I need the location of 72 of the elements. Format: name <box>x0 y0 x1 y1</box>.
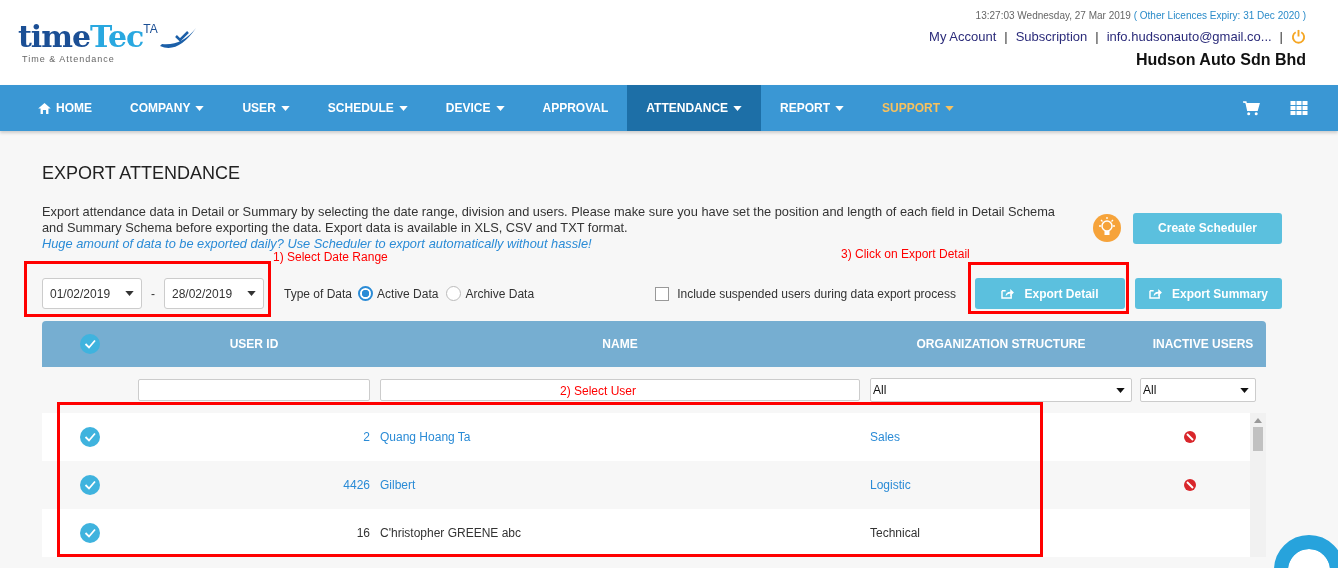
logo[interactable]: timeTec$^{TA}$ Time & Attendance <box>18 14 198 85</box>
export-button[interactable]: Export Detail <box>974 278 1125 309</box>
radio-label: Archive Data <box>465 286 535 301</box>
table-cell: Technical <box>870 526 921 540</box>
cart-icon[interactable] <box>1243 100 1260 116</box>
header-link[interactable]: info.hudsonauto@gmail.co... <box>1106 29 1272 44</box>
separator: | <box>1279 29 1283 44</box>
nav-item[interactable]: APPROVAL <box>523 85 628 131</box>
page-title: EXPORT ATTENDANCE <box>42 163 242 184</box>
header-link[interactable]: My Account <box>929 29 997 44</box>
scheduler-hint-link[interactable]: automatically without hassle! <box>428 236 592 251</box>
nav-item[interactable]: COMPANY <box>111 85 224 131</box>
table-cell: C'hristopher GREENE abc <box>380 526 521 540</box>
date-separator: - <box>151 286 155 301</box>
date-from-select[interactable]: 01/02/2019 <box>42 278 142 309</box>
table-cell: Logistic <box>870 478 911 492</box>
radio-label: Active Data <box>377 286 439 301</box>
checkbox[interactable] <box>655 286 670 301</box>
nav-item[interactable]: ATTENDANCE <box>627 85 762 131</box>
column-header: INACTIVE USERS <box>1151 337 1255 351</box>
select-all-checkbox[interactable] <box>80 334 100 354</box>
lightbulb-icon <box>1092 214 1121 242</box>
name-filter-field[interactable] <box>380 379 860 401</box>
annotation-text: 1) Select Date Range <box>273 250 388 264</box>
scheduler-hint-link[interactable]: Huge amount of data to be exported daily? Use Scheduler to export <box>42 236 425 251</box>
header-link[interactable]: Subscription <box>1015 29 1088 44</box>
separator: | <box>1095 29 1099 44</box>
column-header: USER ID <box>228 337 280 351</box>
table-cell: Sales <box>870 430 901 444</box>
table-cell: 2 <box>363 430 370 444</box>
home-icon <box>38 102 51 114</box>
caret-icon <box>1116 387 1125 393</box>
company-name: Hudson Auto Sdn Bhd <box>1135 51 1306 69</box>
nav-item[interactable]: SUPPORT <box>863 85 974 131</box>
type-of-data-label: Type of Data <box>284 286 353 301</box>
user-id-filter-field[interactable] <box>138 379 370 401</box>
annotation-text: 2) Select User <box>560 384 637 398</box>
radio-button[interactable] <box>358 286 374 301</box>
separator: | <box>1004 29 1008 44</box>
nav-item[interactable]: HOME <box>0 85 111 131</box>
caret-icon <box>247 291 256 296</box>
date-time: 13:27:03 Wednesday, 27 Mar 2019 <box>975 10 1131 21</box>
caret-icon <box>1240 387 1249 393</box>
share-icon <box>1001 288 1015 299</box>
caret-icon <box>125 291 134 296</box>
table-cell: 4426 <box>343 478 370 492</box>
nav-item[interactable]: REPORT <box>761 85 864 131</box>
date-to-select[interactable]: 28/02/2019 <box>164 278 264 309</box>
org-filter-select[interactable]: All <box>870 378 1132 402</box>
create-scheduler-button[interactable]: Create Scheduler <box>1132 212 1282 244</box>
table-cell: Quang Hoang Ta <box>380 430 471 444</box>
nav-item[interactable]: SCHEDULE <box>308 85 427 131</box>
nav-item[interactable]: DEVICE <box>426 85 524 131</box>
row-checkbox[interactable] <box>80 475 100 495</box>
column-header: ORGANIZATION STRUCTURE <box>915 337 1087 351</box>
checkbox-label: Include suspended users during data export process <box>677 286 956 301</box>
nav-item[interactable]: USER <box>223 85 309 131</box>
apps-grid-icon[interactable] <box>1290 100 1308 116</box>
radio-button[interactable] <box>446 286 462 301</box>
share-icon <box>1148 288 1162 299</box>
row-checkbox[interactable] <box>80 427 100 447</box>
scrollbar[interactable] <box>1250 413 1266 557</box>
scroll-up-icon[interactable] <box>1254 418 1262 423</box>
power-icon[interactable] <box>1291 29 1306 44</box>
row-checkbox[interactable] <box>80 523 100 543</box>
licence-expiry: ( Other Licences Expiry: 31 Dec 2020 ) <box>1133 10 1306 21</box>
scroll-thumb[interactable] <box>1253 427 1263 451</box>
table-cell: 16 <box>356 526 370 540</box>
export-button[interactable]: Export Summary <box>1134 278 1282 309</box>
table-cell: Gilbert <box>380 478 416 492</box>
column-header: NAME <box>601 337 639 351</box>
annotation-text: 3) Click on Export Detail <box>841 247 970 261</box>
